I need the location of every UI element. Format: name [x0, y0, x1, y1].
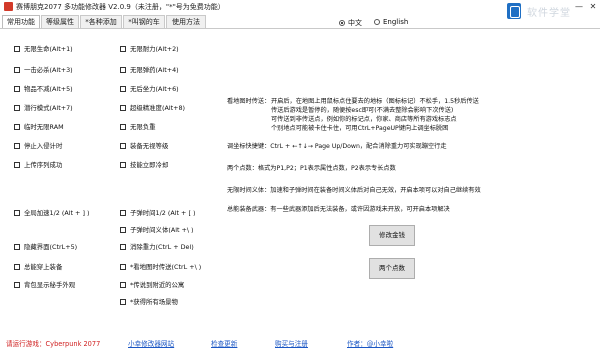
cb-all-scene-items[interactable]: *获得所有场景物: [120, 298, 178, 307]
cb-bullet-time-implant[interactable]: 子弹时间义体(Alt +\ ): [120, 226, 194, 235]
cb-super-accuracy[interactable]: 超级精准度(Alt+8): [120, 104, 185, 113]
checkbox-icon: [14, 143, 20, 149]
cb-backpack-appearance[interactable]: 背包显示秘手外观: [14, 281, 75, 290]
checkbox-icon: [14, 264, 20, 270]
checkbox-icon: [120, 227, 126, 233]
tab-level[interactable]: 等级属性: [41, 15, 79, 28]
modify-money-button[interactable]: 修改金钱: [369, 225, 415, 246]
tab-car[interactable]: *叫钢的车: [123, 15, 165, 28]
checkbox-icon: [14, 244, 20, 250]
cb-global-speed[interactable]: 全局加速1/2 (Alt + ] ): [14, 209, 89, 218]
cb-always-equip[interactable]: 总能穿上装备: [14, 263, 62, 272]
checkbox-icon: [120, 210, 126, 216]
cb-infinite-weight[interactable]: 无限负重: [120, 123, 156, 132]
cb-upload-success[interactable]: 上传序列成功: [14, 161, 62, 170]
checkbox-icon: [120, 124, 126, 130]
game-status-label: 请运行游戏：Cyberpunk 2077: [6, 340, 101, 348]
tab-add[interactable]: *各种添加: [80, 15, 122, 28]
title-bar: 赛博朋克2077 多功能修改器 V2.0.9（未注册，"*"号为免费功能） 软件…: [0, 0, 600, 19]
cb-hide-ui[interactable]: 隐藏界面(CtrL+5): [14, 243, 77, 252]
author-link[interactable]: 作者：@小幸啦: [347, 338, 393, 348]
two-points-text: 两个点数：格式为P1,P2；P1表示属性点数，P2表示专长点数: [227, 165, 396, 172]
checkbox-icon: [120, 162, 126, 168]
cb-infinite-ram[interactable]: 临时无限RAM: [14, 123, 64, 132]
teleport-line: 可传送到非传送点，例如你的标记点，你家、商店等所有游戏标志点: [271, 116, 457, 123]
checkbox-icon: [120, 244, 126, 250]
cb-skill-cooldown[interactable]: 技能立即冷却: [120, 161, 168, 170]
two-points-button[interactable]: 两个点数: [369, 258, 415, 279]
checkbox-icon: [120, 264, 126, 270]
checkbox-icon: [120, 282, 126, 288]
cb-no-gravity[interactable]: 消除重力(CtrL + Del): [120, 243, 194, 252]
cb-infinite-ammo[interactable]: 无限弹药(Alt+4): [120, 66, 179, 75]
cb-one-hit-kill[interactable]: 一击必杀(Alt+3): [14, 66, 73, 75]
lang-radio-en[interactable]: English: [374, 18, 408, 26]
tab-common[interactable]: 常用功能: [2, 15, 40, 28]
checkbox-icon: [120, 46, 126, 52]
checkbox-icon: [120, 143, 126, 149]
teleport-title: 看地图时传送：: [227, 98, 271, 105]
cb-infinite-stamina[interactable]: 无限耐力(Alt+2): [120, 45, 179, 54]
checkbox-icon: [120, 67, 126, 73]
checkbox-icon: [14, 105, 20, 111]
cb-no-recoil[interactable]: 无后坐力(Alt+6): [120, 85, 179, 94]
radio-empty-icon: [374, 19, 380, 25]
tab-divider: [0, 28, 600, 29]
coord-hotkey-text: 调坐标快捷键：CtrL + ←↑↓→ Page Up/Down，配合消除重力可实…: [227, 143, 447, 150]
teleport-line: 开启后，在地图上用鼠标点住要去的地标（图标标记）不松手，1.5秒后传送: [271, 98, 479, 105]
cb-stealth-mode[interactable]: 潜行模式(Alt+7): [14, 104, 73, 113]
cb-bullet-time[interactable]: 子弹时间1/2 (Alt + [ ): [120, 209, 195, 218]
cb-map-teleport[interactable]: *看地图时传送(CtrL +\ ): [120, 263, 201, 272]
close-button[interactable]: ✕: [586, 0, 600, 14]
website-link[interactable]: 小幸修改器网站: [128, 338, 174, 348]
always-equip-text: 总能装备武器：有一些武器添加后无法装备，或许因游戏未开放，可开启本项解决: [227, 206, 450, 213]
window-title: 赛博朋克2077 多功能修改器 V2.0.9（未注册，"*"号为免费功能）: [16, 3, 225, 11]
lang-radio-zh[interactable]: 中文: [339, 18, 362, 28]
checkbox-icon: [14, 46, 20, 52]
teleport-line: 个别地点可能被卡住卡住，可用CtrL+PageUP键向上调坐标脱困: [271, 125, 449, 132]
cb-items-no-decrease[interactable]: 物品不减(Alt+5): [14, 85, 73, 94]
checkbox-icon: [14, 210, 20, 216]
unlimited-implant-text: 无限时间义体：加速和子弹时间在装备时间义体后对自己无效，开启本项可以对自己继续有…: [227, 187, 481, 194]
cb-stop-hack-timer[interactable]: 停止入侵计时: [14, 142, 62, 151]
checkbox-icon: [14, 282, 20, 288]
cb-ignore-level[interactable]: 装备无视等级: [120, 142, 168, 151]
cb-nearby-apartment[interactable]: *传说到附近的公寓: [120, 281, 184, 290]
app-icon: [4, 2, 13, 11]
checkbox-icon: [14, 67, 20, 73]
checkbox-icon: [120, 105, 126, 111]
checkbox-icon: [14, 162, 20, 168]
checkbox-icon: [14, 124, 20, 130]
check-update-link[interactable]: 检查更新: [211, 338, 237, 348]
tab-bar: 常用功能 等级属性 *各种添加 *叫钢的车 使用方法: [0, 15, 600, 28]
radio-selected-icon: [339, 20, 345, 26]
minimize-button[interactable]: —: [572, 0, 586, 14]
checkbox-icon: [120, 86, 126, 92]
checkbox-icon: [14, 86, 20, 92]
buy-register-link[interactable]: 购买与注册: [275, 338, 308, 348]
teleport-line: 传送后游戏是暂停的，随便按esc即可(不满去整除会影响下次传送): [271, 107, 454, 114]
checkbox-icon: [120, 299, 126, 305]
tab-usage[interactable]: 使用方法: [166, 15, 206, 28]
cb-infinite-health[interactable]: 无限生命(Alt+1): [14, 45, 73, 54]
